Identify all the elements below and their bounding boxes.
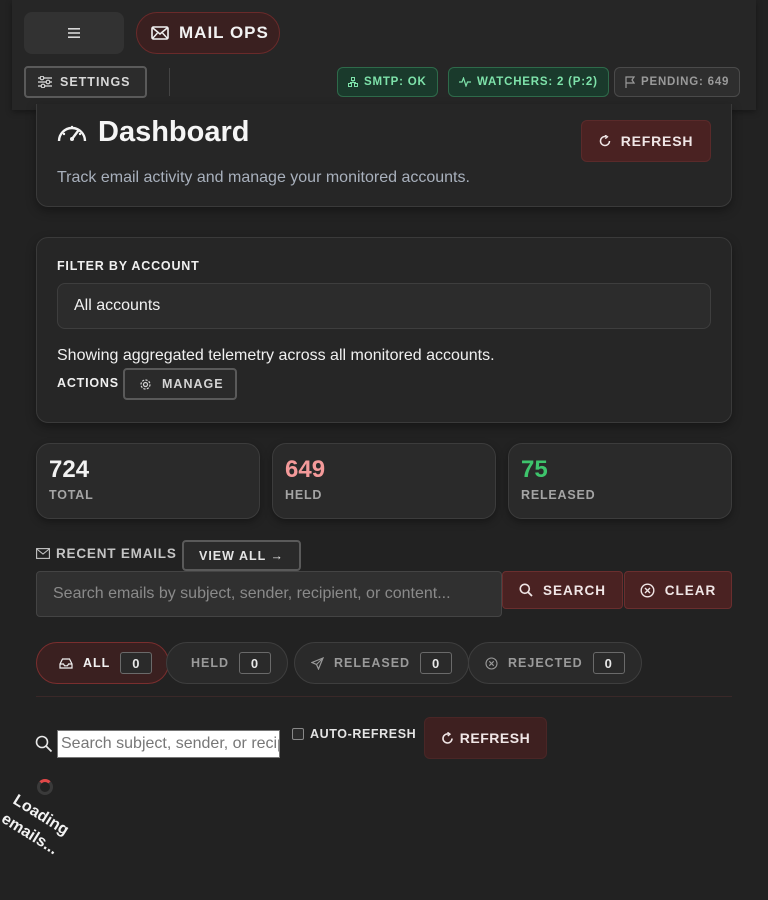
- clear-label: CLEAR: [664, 582, 717, 598]
- search-icon: [35, 735, 53, 753]
- search-icon: [519, 583, 533, 597]
- page-subtitle: Track email activity and manage your mon…: [57, 169, 470, 186]
- tab-all[interactable]: ALL 0: [36, 642, 170, 684]
- recent-emails-heading: RECENT EMAILS: [36, 546, 177, 561]
- page-title: Dashboard: [56, 116, 249, 149]
- tab-all-count: 0: [120, 652, 153, 674]
- auto-refresh-toggle[interactable]: AUTO-REFRESH: [292, 727, 416, 741]
- tab-rejected-count: 0: [592, 652, 625, 674]
- refresh-icon: [442, 731, 453, 744]
- flag-icon: [625, 76, 635, 88]
- gear-icon: [140, 378, 151, 390]
- manage-label: MANAGE: [162, 377, 224, 391]
- refresh-icon: [599, 135, 610, 147]
- stat-value: 724: [49, 456, 90, 483]
- pending-status-badge: PENDING: 649: [614, 67, 741, 97]
- stat-label: HELD: [285, 488, 323, 502]
- tab-rejected-label: REJECTED: [508, 656, 583, 670]
- tab-all-label: ALL: [83, 656, 111, 670]
- stat-label: RELEASED: [521, 488, 596, 502]
- inbox-icon: [59, 657, 73, 669]
- x-circle-icon: [640, 582, 655, 598]
- speedometer-icon: [57, 125, 87, 141]
- list-refresh-button[interactable]: REFRESH: [424, 717, 547, 759]
- smtp-status-badge: SMTP: OK: [337, 67, 438, 97]
- tab-released[interactable]: RELEASED 0: [294, 642, 470, 684]
- page-title-text: Dashboard: [98, 116, 250, 148]
- recent-emails-label: RECENT EMAILS: [56, 546, 177, 561]
- list-search-input[interactable]: [57, 730, 280, 758]
- actions-label: ACTIONS: [57, 376, 119, 390]
- brand-button[interactable]: MAIL OPS: [136, 12, 280, 54]
- network-icon: [348, 77, 358, 87]
- loading-spinner: [37, 779, 53, 795]
- tab-rejected[interactable]: REJECTED 0: [468, 642, 642, 684]
- stat-card-released: 75 RELEASED: [508, 443, 732, 519]
- stat-value: 649: [285, 456, 326, 483]
- tab-held-count: 0: [239, 652, 272, 674]
- toolbar-divider: [169, 68, 170, 96]
- dashboard-refresh-label: REFRESH: [620, 133, 694, 149]
- send-icon: [311, 656, 324, 670]
- tab-released-label: RELEASED: [334, 656, 411, 670]
- sliders-icon: [38, 76, 52, 88]
- search-label: SEARCH: [542, 582, 606, 598]
- menu-button[interactable]: [24, 12, 124, 54]
- section-divider: [36, 696, 732, 697]
- stat-label: TOTAL: [49, 488, 94, 502]
- x-circle-icon: [485, 656, 498, 670]
- auto-refresh-checkbox[interactable]: [292, 728, 304, 740]
- view-all-button[interactable]: VIEW ALL →: [182, 540, 301, 571]
- tab-held-label: HELD: [191, 656, 230, 670]
- brand-label: MAIL OPS: [179, 23, 269, 42]
- filter-note: Showing aggregated telemetry across all …: [57, 347, 495, 364]
- loading-text: Loading emails...: [0, 791, 72, 859]
- list-refresh-label: REFRESH: [459, 730, 531, 746]
- search-button[interactable]: SEARCH: [502, 571, 623, 609]
- dashboard-refresh-button[interactable]: REFRESH: [581, 120, 711, 162]
- email-search-input[interactable]: [36, 571, 502, 617]
- settings-button[interactable]: SETTINGS: [24, 66, 147, 98]
- stat-value: 75: [521, 456, 548, 483]
- tab-released-count: 0: [420, 652, 453, 674]
- stat-card-total: 724 TOTAL: [36, 443, 260, 519]
- envelope-icon: [36, 548, 50, 559]
- pending-status-text: PENDING: 649: [641, 76, 730, 88]
- envelope-icon: [151, 26, 169, 40]
- settings-label: SETTINGS: [60, 75, 131, 89]
- auto-refresh-label: AUTO-REFRESH: [310, 727, 417, 741]
- hamburger-icon: [68, 28, 80, 38]
- account-select[interactable]: All accounts: [57, 283, 711, 329]
- smtp-status-text: SMTP: OK: [364, 76, 427, 88]
- watchers-status-text: WATCHERS: 2 (P:2): [477, 76, 598, 88]
- tab-held[interactable]: HELD 0: [166, 642, 289, 684]
- clear-button[interactable]: CLEAR: [624, 571, 732, 609]
- stat-card-held: 649 HELD: [272, 443, 496, 519]
- manage-button[interactable]: MANAGE: [123, 368, 237, 400]
- watchers-status-badge: WATCHERS: 2 (P:2): [448, 67, 609, 97]
- filter-label: FILTER BY ACCOUNT: [57, 259, 200, 273]
- pulse-icon: [459, 77, 471, 87]
